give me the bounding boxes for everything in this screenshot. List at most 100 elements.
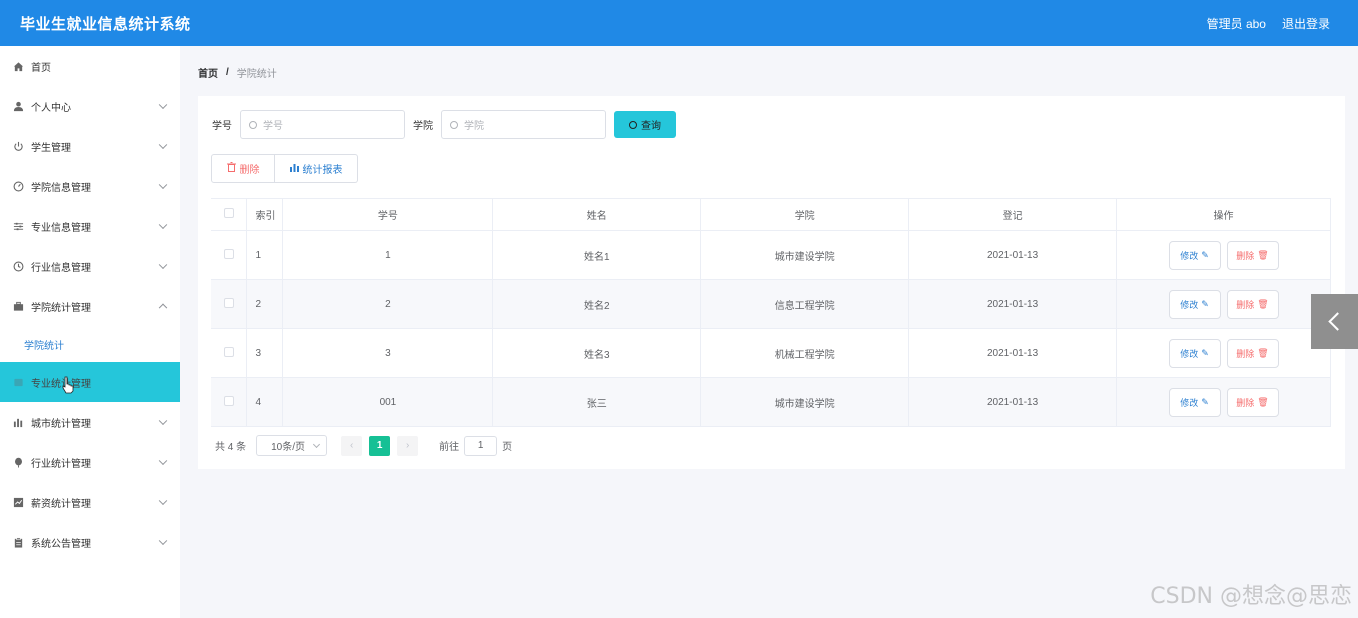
cell-date: 2021-01-13 (908, 377, 1118, 427)
sidebar-item-label: 专业信息管理 (31, 222, 91, 234)
cell-college: 信息工程学院 (700, 279, 910, 329)
cell-index: 4 (246, 377, 284, 427)
edit-icon: ✎ (1201, 347, 1209, 358)
column-header: 操作 (1116, 198, 1331, 231)
column-header: 学院 (700, 198, 910, 231)
cell-name: 姓名1 (492, 230, 702, 280)
logout-link[interactable]: 退出登录 (1282, 15, 1330, 32)
page-number-button[interactable]: 1 (369, 435, 391, 456)
cell-college: 城市建设学院 (700, 377, 910, 427)
sidebar-item-salary-stats[interactable]: 薪资统计管理 (0, 482, 180, 522)
row-checkbox[interactable] (223, 346, 234, 357)
chevron-down-icon (158, 536, 168, 546)
sidebar-item-city-stats[interactable]: 城市统计管理 (0, 402, 180, 442)
app-title: 毕业生就业信息统计系统 (20, 15, 191, 33)
page-suffix: 页 (502, 442, 513, 453)
stats-report-button[interactable]: 统计报表 (275, 154, 358, 183)
sidebar-item-home[interactable]: 首页 (0, 46, 180, 86)
sidebar-item-students[interactable]: 学生管理 (0, 126, 180, 166)
row-checkbox[interactable] (223, 248, 234, 259)
cell-name: 姓名2 (492, 279, 702, 329)
main-panel: 学号 学号 学院 学院 查询 删除 统计报表 索引 学号 姓名 学院 登记 操作… (198, 96, 1345, 469)
goto-label: 前往 (439, 442, 460, 453)
college-placeholder: 学院 (464, 121, 484, 132)
prev-page-button[interactable]: ‹ (341, 435, 363, 456)
bar-chart-icon (12, 416, 24, 428)
power-icon (12, 140, 24, 152)
cell-student-id: 1 (282, 230, 494, 280)
college-input[interactable]: 学院 (441, 110, 606, 139)
cell-college: 机械工程学院 (700, 328, 910, 378)
admin-user[interactable]: 管理员 abo (1207, 15, 1266, 32)
edit-button[interactable]: 修改 ✎ (1168, 289, 1221, 319)
delete-button[interactable]: 删除 🗑 (1226, 289, 1279, 319)
gauge-icon (12, 180, 24, 192)
next-page-button[interactable]: › (397, 435, 419, 456)
page-size-select[interactable]: 10条/页 (256, 435, 328, 456)
bar-chart-icon (289, 163, 299, 175)
home-icon (12, 60, 24, 72)
student-id-label: 学号 (212, 121, 232, 132)
column-header: 登记 (908, 198, 1118, 231)
cell-index: 3 (246, 328, 284, 378)
row-checkbox[interactable] (223, 297, 234, 308)
sidebar-item-label: 学院信息管理 (31, 182, 91, 194)
cell-date: 2021-01-13 (908, 279, 1118, 329)
submenu-item-college-stats[interactable]: 学院统计 (0, 326, 180, 362)
delete-button[interactable]: 删除 🗑 (1226, 387, 1279, 417)
sidebar-item-college-info[interactable]: 学院信息管理 (0, 166, 180, 206)
cell-index: 2 (246, 279, 284, 329)
delete-button[interactable]: 删除 🗑 (1226, 240, 1279, 270)
sidebar-item-industry-stats[interactable]: 行业统计管理 (0, 442, 180, 482)
cell-college: 城市建设学院 (700, 230, 910, 280)
trash-icon: 🗑 (1257, 249, 1269, 260)
column-header: 索引 (246, 198, 284, 231)
column-header: 学号 (282, 198, 494, 231)
chart-box-icon (12, 496, 24, 508)
chevron-left-icon (1328, 312, 1347, 331)
row-checkbox[interactable] (223, 395, 234, 406)
clipboard-icon (12, 536, 24, 548)
sidebar-item-industry-info[interactable]: 行业信息管理 (0, 246, 180, 286)
edit-label: 修改 (1180, 250, 1199, 261)
delete-button[interactable]: 删除 🗑 (1226, 338, 1279, 368)
select-all-checkbox[interactable] (223, 208, 234, 218)
query-button[interactable]: 查询 (614, 111, 676, 138)
sidebar-item-label: 薪资统计管理 (31, 498, 91, 510)
cell-date: 2021-01-13 (908, 328, 1118, 378)
sidebar-item-label: 行业信息管理 (31, 262, 91, 274)
trash-icon (226, 162, 236, 175)
batch-delete-label: 删除 (239, 165, 260, 176)
search-icon (450, 120, 458, 129)
batch-delete-button[interactable]: 删除 (211, 154, 275, 183)
table-row: 4 001 张三 城市建设学院 2021-01-13 修改 ✎ 删除 🗑 (211, 377, 1331, 427)
chevron-down-icon (158, 496, 168, 506)
table-row: 2 2 姓名2 信息工程学院 2021-01-13 修改 ✎ 删除 🗑 (211, 279, 1331, 329)
edit-button[interactable]: 修改 ✎ (1168, 387, 1221, 417)
sidebar-item-label: 个人中心 (31, 102, 71, 114)
sidebar-item-announcements[interactable]: 系统公告管理 (0, 522, 180, 562)
table-header-row: 索引 学号 姓名 学院 登记 操作 (211, 198, 1331, 231)
student-id-placeholder: 学号 (263, 121, 283, 132)
edit-button[interactable]: 修改 ✎ (1168, 240, 1221, 270)
column-header: 姓名 (492, 198, 702, 231)
sidebar-item-major-info[interactable]: 专业信息管理 (0, 206, 180, 246)
sidebar-item-label: 专业统计管理 (31, 378, 91, 390)
delete-label: 删除 (1236, 397, 1255, 408)
sidebar-item-profile[interactable]: 个人中心 (0, 86, 180, 126)
side-collapse-button[interactable] (1311, 294, 1358, 349)
hand-cursor-icon (62, 376, 74, 394)
chevron-down-icon (158, 416, 168, 426)
breadcrumb: 首页 / 学院统计 (198, 65, 277, 80)
sidebar-item-label: 系统公告管理 (31, 538, 91, 550)
cell-student-id: 2 (282, 279, 494, 329)
goto-page-input[interactable]: 1 (464, 435, 498, 456)
edit-icon: ✎ (1201, 249, 1209, 260)
sidebar-item-college-stats[interactable]: 学院统计管理 (0, 286, 180, 326)
edit-button[interactable]: 修改 ✎ (1168, 338, 1221, 368)
search-icon (629, 120, 637, 129)
trash-icon: 🗑 (1257, 298, 1269, 309)
sidebar-item-major-stats[interactable]: 专业统计管理 (0, 362, 180, 402)
breadcrumb-home[interactable]: 首页 (198, 65, 218, 80)
student-id-input[interactable]: 学号 (240, 110, 405, 139)
